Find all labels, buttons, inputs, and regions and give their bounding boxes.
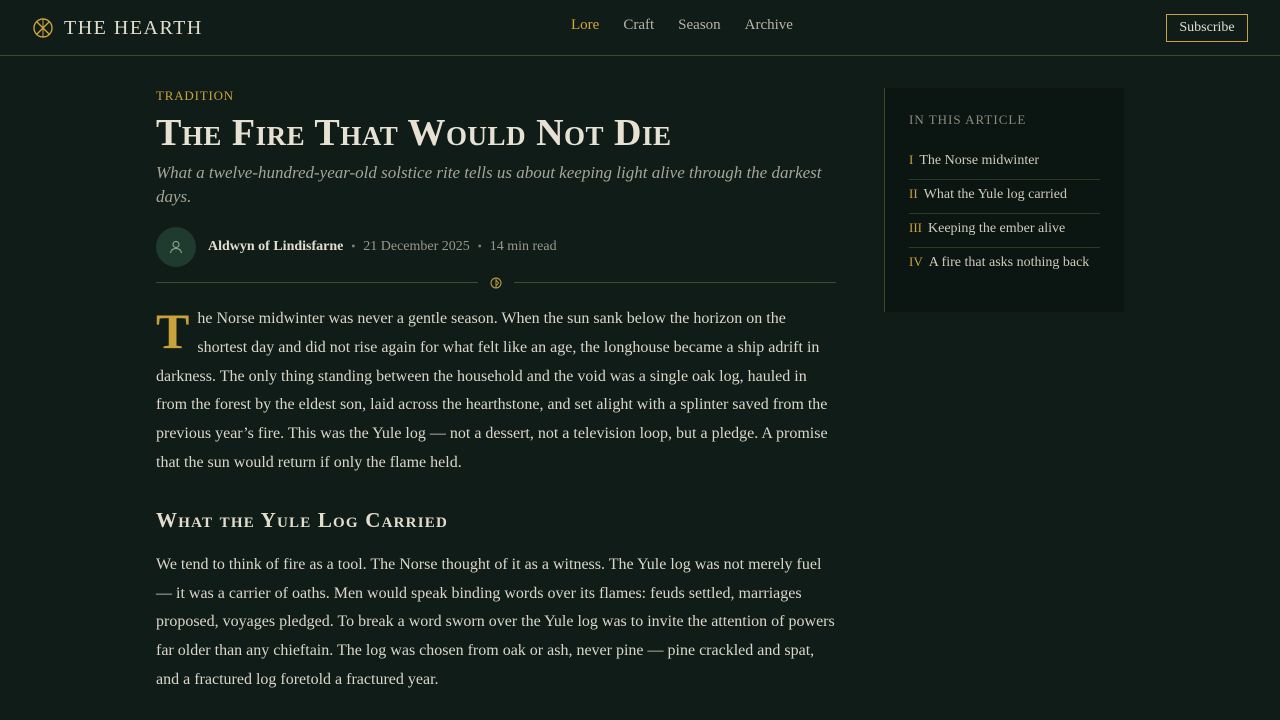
compass-rune-icon (33, 18, 53, 38)
toc-item[interactable]: III Keeping the ember alive (909, 214, 1100, 248)
article-body: The Norse midwinter was never a gentle s… (156, 305, 836, 695)
byline: Aldwyn of Lindisfarne • 21 December 2025… (156, 227, 836, 267)
nav-archive[interactable]: Archive (745, 17, 793, 34)
toc-heading: In this article (909, 112, 1027, 127)
article-kicker[interactable]: Tradition (156, 88, 836, 104)
article: Tradition The Fire That Would Not Die Wh… (156, 88, 836, 695)
nav-lore[interactable]: Lore (571, 17, 599, 34)
toc-number: II (909, 186, 918, 201)
top-bar: THE HEARTH Lore Craft Season Archive Sub… (0, 0, 1280, 56)
toc-label: A fire that asks nothing back (928, 255, 1090, 270)
subscribe-button[interactable]: Subscribe (1166, 14, 1248, 42)
toc-item[interactable]: I The Norse midwinter (909, 146, 1100, 180)
section-heading: What the Yule Log Carried (156, 507, 448, 532)
toc-item[interactable]: IV A fire that asks nothing back (909, 248, 1100, 281)
toc-label: What the Yule log carried (923, 187, 1067, 202)
nav-season[interactable]: Season (678, 17, 721, 34)
toc-label: The Norse midwinter (919, 153, 1040, 168)
nav-craft[interactable]: Craft (623, 17, 654, 34)
toc-list: I The Norse midwinter II What the Yule log… (909, 146, 1100, 281)
paragraph-text: he Norse midwinter was never a gentle se… (156, 310, 828, 471)
toc-number: IV (909, 254, 923, 269)
publish-date: 21 December 2025 (363, 239, 470, 254)
read-time: 14 min read (489, 239, 557, 254)
toc-number: I (909, 152, 914, 167)
ornamental-divider (156, 273, 836, 293)
brand-name: THE HEARTH (64, 16, 203, 39)
paragraph: We tend to think of fire as a tool. The … (156, 555, 835, 688)
dot-separator: • (350, 241, 357, 253)
user-icon (169, 240, 183, 254)
table-of-contents: In this article I The Norse midwinter II W… (884, 88, 1124, 312)
article-subtitle: What a twelve-hundred-year-old solstice … (156, 163, 822, 206)
paragraph: The Norse midwinter was never a gentle s… (156, 305, 836, 478)
article-title: The Fire That Would Not Die (156, 112, 672, 154)
dot-separator: • (476, 241, 483, 253)
sun-ornament-icon (490, 277, 502, 289)
toc-label: Keeping the ember alive (928, 221, 1066, 236)
toc-number: III (909, 220, 922, 235)
main-nav: Lore Craft Season Archive (571, 17, 793, 34)
author-name[interactable]: Aldwyn of Lindisfarne (208, 239, 343, 255)
brand[interactable]: THE HEARTH (32, 14, 203, 42)
avatar[interactable] (156, 227, 196, 267)
drop-cap: T (156, 303, 190, 359)
toc-item[interactable]: II What the Yule log carried (909, 180, 1100, 214)
